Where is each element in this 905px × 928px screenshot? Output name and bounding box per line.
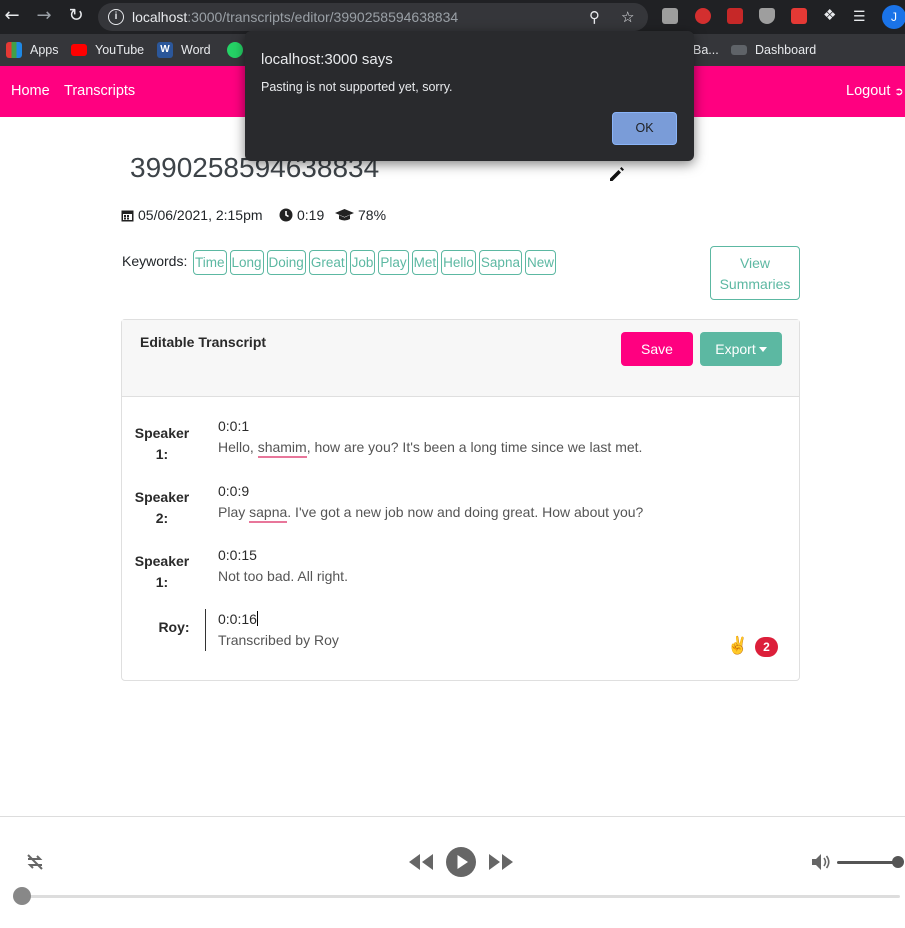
keywords-label: Keywords: (122, 253, 188, 269)
nav-home[interactable]: Home (11, 83, 50, 99)
bookmark-ba[interactable]: Ba... (693, 41, 719, 59)
spelling-flag[interactable]: shamim (257, 439, 307, 458)
url-text: localhost:3000/transcripts/editor/399025… (132, 9, 459, 25)
segment-timestamp: 0:0:15 (218, 547, 257, 563)
bookmark-word[interactable]: W Word (157, 41, 211, 59)
graduation-cap-icon (335, 208, 354, 220)
audio-player (0, 816, 905, 928)
whatsapp-icon (227, 42, 243, 58)
profile-avatar[interactable]: J (882, 5, 905, 29)
editable-transcript-card: Editable Transcript Save Export Speaker … (121, 319, 800, 681)
save-button[interactable]: Save (621, 332, 693, 366)
bookmark-apps[interactable]: Apps (6, 41, 59, 59)
keyword-tag[interactable]: Met (411, 250, 439, 275)
duration-meta: 0:19 (279, 207, 324, 223)
segment-timestamp: 0:0:9 (218, 483, 250, 499)
alert-ok-button[interactable]: OK (612, 112, 677, 145)
pencil-icon[interactable] (608, 165, 626, 183)
caret-down-icon (758, 347, 767, 352)
keyword-tag[interactable]: Hello (441, 250, 476, 275)
keyword-tag[interactable]: Great (308, 250, 347, 275)
segment-text[interactable]: Transcribed by Roy (218, 632, 339, 648)
keyword-tag[interactable]: Job (349, 250, 376, 275)
keyword-tag[interactable]: Play (378, 250, 409, 275)
extension-icon[interactable] (791, 8, 807, 24)
keyword-tag[interactable]: Doing (266, 250, 306, 275)
keyword-tag[interactable]: Sapna (478, 250, 522, 275)
reload-icon[interactable]: ↻ (64, 4, 88, 28)
clock-icon (279, 208, 293, 222)
apps-grid-icon (6, 42, 22, 58)
fast-forward-icon[interactable] (488, 853, 514, 871)
grammarly-emoji-icon[interactable]: ✌️ (727, 636, 748, 656)
media-queue-icon[interactable]: ☰ (853, 8, 869, 24)
export-dropdown-button[interactable]: Export (700, 332, 782, 366)
youtube-icon (71, 44, 87, 56)
browser-toolbar: ← → ↻ i localhost:3000/transcripts/edito… (0, 0, 905, 34)
rewind-icon[interactable] (408, 853, 434, 871)
logout-icon: ➲ (894, 86, 904, 98)
site-info-icon[interactable]: i (108, 9, 124, 25)
extension-icon[interactable] (695, 8, 711, 24)
zoom-icon[interactable]: ⚲ (589, 8, 600, 26)
segment-text[interactable]: Not too bad. All right. (218, 568, 348, 584)
bookmark-star-icon[interactable]: ☆ (621, 8, 634, 26)
calendar-icon (121, 210, 134, 221)
nav-logout[interactable]: Logout ➲ (846, 83, 904, 99)
extension-icon[interactable] (727, 8, 743, 24)
volume-slider-handle[interactable] (892, 856, 904, 868)
repeat-off-icon[interactable] (25, 853, 45, 871)
keyword-tag[interactable]: Time (193, 250, 227, 275)
nav-transcripts[interactable]: Transcripts (64, 83, 135, 99)
extension-icon[interactable] (662, 8, 678, 24)
word-icon: W (157, 42, 173, 58)
bookmark-dashboard[interactable]: Dashboard (731, 41, 816, 59)
speaker-label[interactable]: Speaker 2: (130, 487, 194, 529)
back-icon[interactable]: ← (0, 4, 24, 28)
speaker-label[interactable]: Speaker 1: (130, 423, 194, 465)
speaker-label[interactable]: Speaker 1: (130, 551, 194, 593)
alert-message: Pasting is not supported yet, sorry. (261, 80, 453, 94)
keyword-tag[interactable]: New (524, 250, 556, 275)
shield-extension-icon[interactable] (759, 8, 775, 24)
puzzle-icon[interactable]: ❖ (823, 8, 839, 24)
text-cursor (256, 611, 258, 626)
alert-title: localhost:3000 says (261, 51, 393, 68)
segment-text[interactable]: Hello, shamim, how are you? It's been a … (218, 439, 642, 458)
play-icon[interactable] (445, 846, 477, 878)
view-summaries-button[interactable]: View Summaries (710, 246, 800, 300)
card-header: Editable Transcript Save Export (122, 320, 799, 397)
keyword-tag[interactable]: Long (229, 250, 264, 275)
date-meta: 05/06/2021, 2:15pm (121, 207, 263, 223)
spelling-flag[interactable]: sapna (249, 504, 288, 523)
progress-track[interactable] (22, 895, 900, 898)
card-title: Editable Transcript (140, 334, 267, 350)
browser-alert-dialog: localhost:3000 says Pasting is not suppo… (245, 31, 694, 161)
keywords-list: Time Long Doing Great Job Play Met Hello… (193, 250, 556, 275)
speaker-label[interactable]: Roy: (146, 617, 202, 638)
progress-handle[interactable] (13, 887, 31, 905)
accuracy-meta: 78% (335, 207, 386, 223)
volume-icon[interactable] (811, 853, 831, 871)
text-cursor-divider (205, 609, 206, 651)
segment-timestamp: 0:0:16 (218, 611, 258, 627)
volume-slider-track[interactable] (837, 861, 899, 864)
dashboard-icon (731, 45, 747, 55)
segment-text[interactable]: Play sapna. I've got a new job now and d… (218, 504, 643, 523)
forward-icon[interactable]: → (32, 4, 56, 28)
segment-timestamp: 0:0:1 (218, 418, 250, 434)
bookmark-youtube[interactable]: YouTube (71, 41, 144, 59)
suggestion-count-badge[interactable]: 2 (755, 637, 778, 657)
address-bar[interactable]: i localhost:3000/transcripts/editor/3990… (98, 3, 648, 31)
